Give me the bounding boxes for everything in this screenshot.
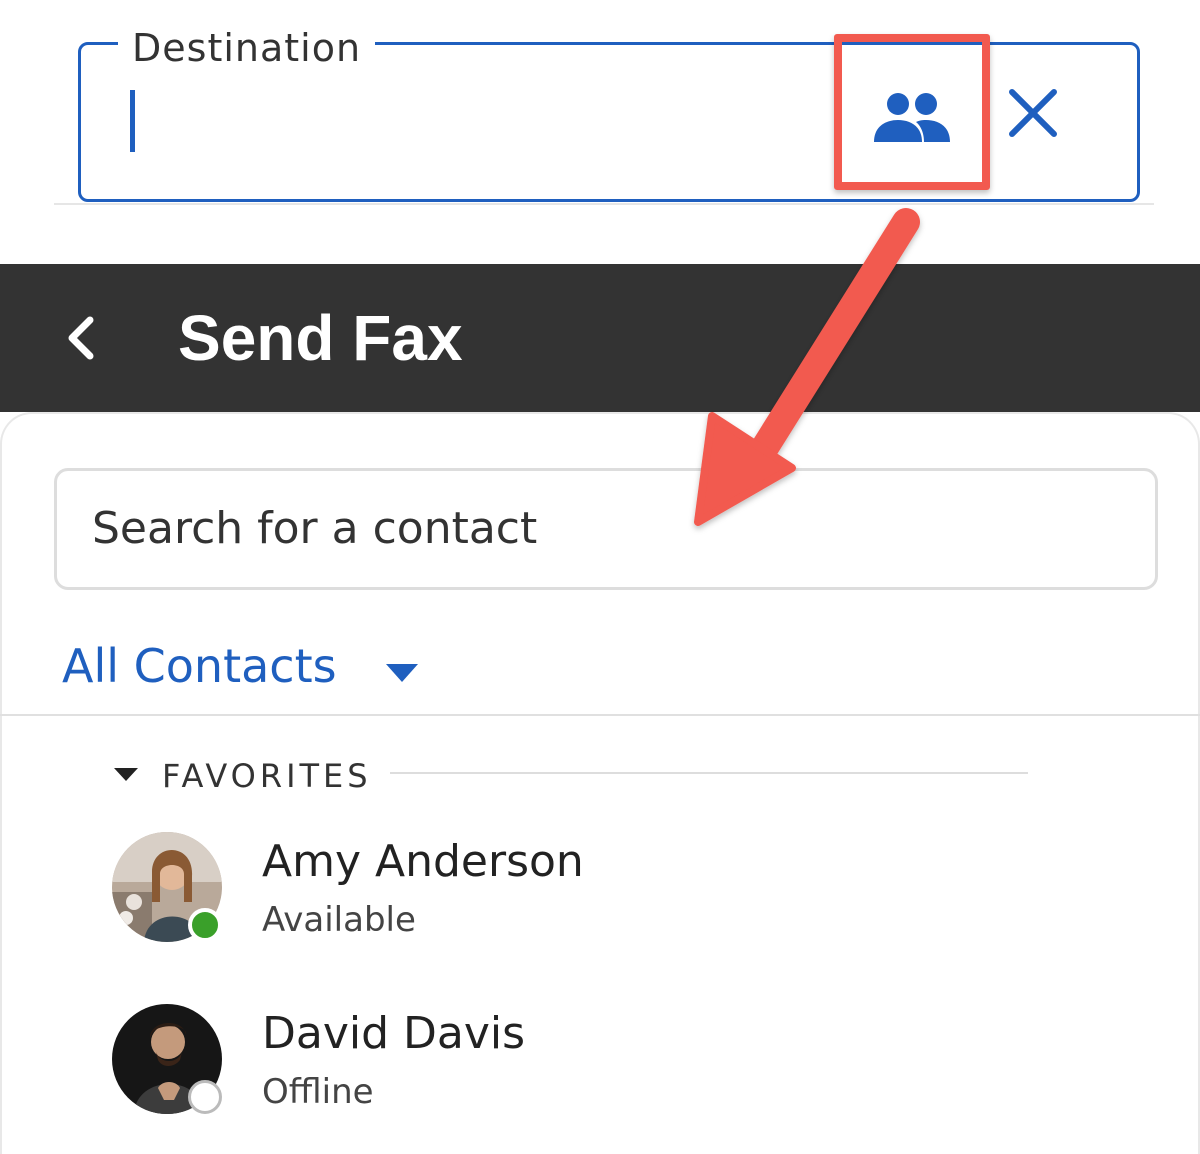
contact-name: David Davis [262, 1008, 526, 1059]
text-cursor [130, 90, 135, 152]
divider [0, 714, 1200, 716]
favorites-section-label[interactable]: FAVORITES [162, 756, 372, 796]
contact-status: Available [262, 900, 416, 940]
section-caret-down-icon[interactable] [114, 768, 138, 782]
presence-indicator [188, 908, 222, 942]
clear-button[interactable] [1000, 80, 1066, 146]
contact-name: Amy Anderson [262, 836, 584, 887]
presence-indicator [188, 1080, 222, 1114]
field-divider [54, 203, 1154, 205]
section-divider [390, 772, 1028, 774]
contacts-filter-dropdown[interactable]: All Contacts [62, 636, 337, 696]
contact-list-item[interactable]: David Davis Offline [110, 1004, 910, 1124]
contact-status: Offline [262, 1072, 374, 1112]
contact-list-item[interactable]: Amy Anderson Available [110, 832, 910, 952]
page-title: Send Fax [178, 302, 463, 374]
search-placeholder: Search for a contact [92, 503, 538, 554]
caret-down-icon[interactable] [384, 662, 420, 684]
close-icon [1009, 89, 1057, 137]
annotation-highlight-box [834, 34, 990, 190]
back-button[interactable] [60, 312, 106, 364]
chevron-left-icon [68, 316, 94, 360]
destination-label: Destination [118, 26, 376, 70]
